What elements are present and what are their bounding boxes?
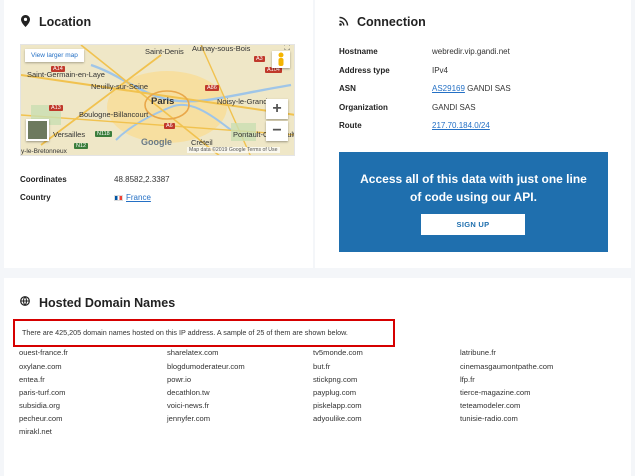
highway-shield: A14	[51, 66, 65, 72]
highway-shield: N12	[74, 143, 89, 149]
highway-shield: A13	[49, 105, 63, 111]
highway-shield: A6	[164, 123, 175, 129]
map-label: y-le-Bretonneux	[21, 148, 67, 155]
highway-shield: A86	[205, 85, 219, 91]
map-label: Paris	[151, 96, 175, 107]
asn-label: ASN	[339, 84, 356, 93]
country-link[interactable]: France	[126, 193, 151, 202]
route-value: 217.70.184.0/24	[432, 121, 490, 130]
map-label: Noisy-le-Grand	[217, 97, 268, 106]
map-label: Versailles	[53, 130, 86, 139]
domain-item[interactable]: teteamodeler.com	[460, 401, 520, 410]
highway-shield: A3	[254, 56, 265, 62]
domain-item[interactable]: payplug.com	[313, 388, 356, 397]
domain-item[interactable]: stickpng.com	[313, 375, 357, 384]
domain-item[interactable]: oxylane.com	[19, 362, 62, 371]
domain-item[interactable]: tierce-magazine.com	[460, 388, 530, 397]
domain-item[interactable]: powr.io	[167, 375, 191, 384]
hosted-domains-card: Hosted Domain Names There are 425,205 do…	[4, 278, 631, 476]
google-logo: Google	[141, 137, 172, 147]
view-larger-map-link[interactable]: View larger map	[25, 49, 84, 62]
asn-value: AS29169 GANDI SAS	[432, 84, 511, 93]
domain-item[interactable]: subsidia.org	[19, 401, 60, 410]
map-label: Saint-Denis	[145, 47, 184, 56]
address-type-value: IPv4	[432, 66, 449, 75]
domain-item[interactable]: tv5monde.com	[313, 348, 363, 357]
asn-link[interactable]: AS29169	[432, 84, 465, 93]
globe-icon	[20, 296, 30, 306]
wifi-icon	[339, 16, 349, 26]
domain-item[interactable]: entea.fr	[19, 375, 45, 384]
domain-item[interactable]: but.fr	[313, 362, 330, 371]
hostname-label: Hostname	[339, 47, 378, 56]
map-label: Saint-Germain-en-Laye	[27, 70, 105, 79]
domain-item[interactable]: lfp.fr	[460, 375, 475, 384]
route-link[interactable]: 217.70.184.0/24	[432, 121, 490, 130]
connection-card: Connection Hostname webredir.vip.gandi.n…	[315, 0, 631, 268]
france-flag-icon	[114, 194, 123, 201]
coordinates-value: 48.8582,2.3387	[114, 175, 170, 184]
domain-item[interactable]: piskelapp.com	[313, 401, 362, 410]
coordinates-label: Coordinates	[20, 175, 67, 184]
connection-title: Connection	[357, 15, 426, 29]
api-cta-banner: Access all of this data with just one li…	[339, 152, 608, 252]
domain-item[interactable]: voici-news.fr	[167, 401, 209, 410]
fullscreen-icon[interactable]: ⛶	[284, 45, 290, 53]
highway-shield: N118	[95, 131, 112, 137]
zoom-out-button[interactable]: −	[266, 121, 288, 141]
organization-value: GANDI SAS	[432, 103, 476, 112]
cta-text: Access all of this data with just one li…	[360, 172, 587, 204]
domain-count-notice: There are 425,205 domain names hosted on…	[13, 319, 395, 347]
country-label: Country	[20, 193, 51, 202]
hosted-domains-title: Hosted Domain Names	[39, 296, 176, 310]
domain-item[interactable]: blogdumoderateur.com	[167, 362, 245, 371]
satellite-toggle-thumbnail[interactable]	[26, 119, 49, 141]
hostname-value: webredir.vip.gandi.net	[432, 47, 510, 56]
map-pin-icon	[21, 15, 30, 27]
map-label: Aulnay-sous-Bois	[192, 44, 251, 53]
domain-item[interactable]: mirakl.net	[19, 427, 52, 436]
route-label: Route	[339, 121, 362, 130]
sign-up-button[interactable]: SIGN UP	[421, 214, 525, 235]
map[interactable]: View larger map Saint-Denis Aulnay-sous-…	[20, 44, 295, 156]
domain-item[interactable]: sharelatex.com	[167, 348, 219, 357]
country-value[interactable]: France	[114, 193, 151, 202]
domain-item[interactable]: tunisie-radio.com	[460, 414, 518, 423]
domain-item[interactable]: ouest-france.fr	[19, 348, 68, 357]
map-label: Boulogne-Billancourt	[79, 110, 149, 119]
domain-item[interactable]: paris-turf.com	[19, 388, 65, 397]
domain-item[interactable]: decathlon.tw	[167, 388, 210, 397]
domain-item[interactable]: cinemasgaumontpathe.com	[460, 362, 553, 371]
zoom-in-button[interactable]: +	[266, 99, 288, 119]
organization-label: Organization	[339, 103, 388, 112]
asn-org: GANDI SAS	[464, 84, 511, 93]
domain-item[interactable]: pecheur.com	[19, 414, 62, 423]
location-title: Location	[39, 15, 92, 29]
location-card: Location View larger map Saint-Denis Aul…	[4, 0, 313, 268]
map-attribution: Map data ©2019 Google Terms of Use	[187, 147, 280, 153]
map-label: Neuilly-sur-Seine	[91, 82, 149, 91]
street-view-pegman-icon[interactable]	[272, 51, 290, 68]
domain-item[interactable]: adyoulike.com	[313, 414, 362, 423]
address-type-label: Address type	[339, 66, 390, 75]
domain-item[interactable]: latribune.fr	[460, 348, 496, 357]
domain-item[interactable]: jennyfer.com	[167, 414, 210, 423]
map-label: Créteil	[191, 138, 213, 147]
